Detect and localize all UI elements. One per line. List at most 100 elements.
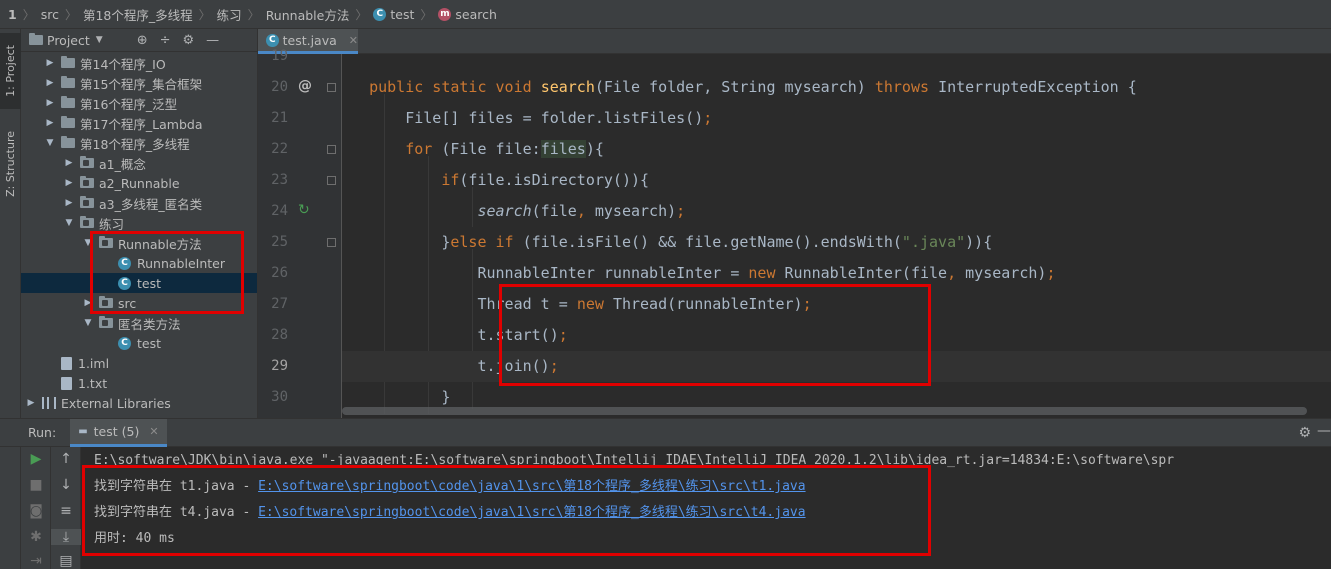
tree-item-label: 1.txt xyxy=(78,375,108,391)
gear-icon[interactable]: ⚙ xyxy=(183,33,195,48)
tree-item[interactable]: ▶ 第16个程序_泛型 xyxy=(21,93,257,113)
run-label: Run: xyxy=(28,425,57,440)
fold-marker[interactable] xyxy=(327,145,336,154)
print-icon[interactable]: ▤ xyxy=(51,553,81,569)
recursive-call-icon[interactable]: ↻ xyxy=(298,202,310,218)
package-icon xyxy=(80,216,94,228)
soft-wrap-icon[interactable]: ≡ xyxy=(51,503,81,519)
line-number: 21 xyxy=(271,110,288,126)
minimize-icon[interactable]: — xyxy=(206,33,219,48)
package-icon xyxy=(99,316,113,328)
line-number: 25 xyxy=(271,234,288,250)
chevron-right-icon[interactable]: ▶ xyxy=(63,178,75,188)
override-marker-icon[interactable]: @ xyxy=(298,78,312,94)
rerun-icon[interactable]: ▶ xyxy=(21,451,51,467)
breadcrumb-item-src[interactable]: src xyxy=(41,7,59,22)
tree-item[interactable]: ▶ a1_概念 xyxy=(21,153,257,173)
run-toolbar: ▶ ■ ◙ ✱ ⇥ xyxy=(21,447,51,569)
tree-item-label: a2_Runnable xyxy=(99,175,180,191)
tree-item[interactable]: ▶ External Libraries xyxy=(21,393,257,413)
tree-item-label: 第16个程序_泛型 xyxy=(80,96,178,112)
class-icon: C xyxy=(373,7,387,21)
close-icon[interactable]: ✕ xyxy=(349,34,358,47)
fold-marker[interactable] xyxy=(327,238,336,247)
tree-item[interactable]: ▶ 第14个程序_IO xyxy=(21,53,257,73)
scroll-to-end-icon[interactable]: ⤓ xyxy=(51,529,81,545)
breadcrumb-separator: 〉 xyxy=(247,7,260,22)
exit-icon[interactable]: ⇥ xyxy=(21,553,51,569)
code-line-24: search(file, mysearch); xyxy=(477,202,686,220)
stop-icon[interactable]: ■ xyxy=(21,477,51,493)
tool-tab-project-label: 1: Project xyxy=(4,45,17,97)
tree-item[interactable]: ▶ a2_Runnable xyxy=(21,173,257,193)
code-line-23: if(file.isDirectory()){ xyxy=(441,171,650,189)
annotation-box-code xyxy=(499,284,931,386)
tree-item[interactable]: ▶ 第17个程序_Lambda xyxy=(21,113,257,133)
tree-item-label: a3_多线程_匿名类 xyxy=(99,196,203,212)
line-number: 22 xyxy=(271,141,288,157)
breadcrumb-item-search[interactable]: m search xyxy=(438,7,497,22)
arrow-down-icon[interactable]: ↓ xyxy=(51,477,81,493)
tree-item[interactable]: ▶ a3_多线程_匿名类 xyxy=(21,193,257,213)
breadcrumb-item-module[interactable]: 第18个程序_多线程 xyxy=(83,5,193,24)
fold-marker[interactable] xyxy=(327,176,336,185)
horizontal-scrollbar[interactable] xyxy=(342,407,1307,415)
gear-icon[interactable]: ⚙ xyxy=(1298,425,1311,441)
tree-item-label: a1_概念 xyxy=(99,156,146,172)
chevron-right-icon[interactable]: ▶ xyxy=(44,118,56,128)
breadcrumb-search-label: search xyxy=(455,6,497,22)
arrow-up-icon[interactable]: ↑ xyxy=(51,451,81,467)
chevron-down-icon[interactable]: ▼ xyxy=(44,138,56,148)
breadcrumb-item-test[interactable]: Ctest xyxy=(373,7,414,22)
settings-icon[interactable]: ✱ xyxy=(21,529,51,545)
line-number: 28 xyxy=(271,327,288,343)
file-icon xyxy=(61,356,72,370)
tool-tab-structure-label: Z: Structure xyxy=(4,131,17,197)
tool-tab-structure[interactable]: Z: Structure xyxy=(0,119,21,209)
folder-icon xyxy=(61,56,75,68)
run-side-strip xyxy=(0,447,21,569)
tree-item[interactable]: ▼ 匿名类方法 xyxy=(21,313,257,333)
tree-item-label: 练习 xyxy=(99,216,125,232)
chevron-right-icon[interactable]: ▶ xyxy=(44,78,56,88)
tree-item-label: 第14个程序_IO xyxy=(80,56,166,72)
camera-icon[interactable]: ◙ xyxy=(21,503,51,519)
package-icon xyxy=(80,196,94,208)
minimize-icon[interactable]: — xyxy=(1317,423,1331,439)
chevron-right-icon[interactable]: ▶ xyxy=(44,58,56,68)
tree-item[interactable]: 1.iml xyxy=(21,353,257,373)
tree-item[interactable]: ▼ 练习 xyxy=(21,213,257,233)
chevron-down-icon[interactable]: ▼ xyxy=(63,218,75,228)
tree-item[interactable]: ▶ 第15个程序_集合框架 xyxy=(21,73,257,93)
chevron-right-icon[interactable]: ▶ xyxy=(63,198,75,208)
line-number: 20 xyxy=(271,79,288,95)
package-icon xyxy=(80,156,94,168)
chevron-right-icon[interactable]: ▶ xyxy=(44,98,56,108)
tool-tab-project[interactable]: 1: Project xyxy=(0,33,21,109)
method-icon: m xyxy=(438,7,452,21)
tree-item[interactable]: Ctest xyxy=(21,333,257,353)
breadcrumb-item-practice[interactable]: 练习 xyxy=(217,5,242,24)
locate-icon[interactable]: ⊕ xyxy=(137,33,148,48)
project-view-selector[interactable]: Project xyxy=(47,33,90,48)
run-toolbar-2: ↑ ↓ ≡ ⤓ ▤ xyxy=(51,447,81,569)
chevron-down-icon[interactable]: ▼ xyxy=(82,318,94,328)
breadcrumb-item-runnable[interactable]: Runnable方法 xyxy=(266,5,350,24)
code-line-25: }else if (file.isFile() && file.getName(… xyxy=(441,233,993,251)
folder-icon xyxy=(61,96,75,108)
collapse-icon[interactable]: ÷ xyxy=(160,33,171,48)
tree-item[interactable]: 1.txt xyxy=(21,373,257,393)
close-icon[interactable]: ✕ xyxy=(149,425,158,438)
fold-marker[interactable] xyxy=(327,83,336,92)
line-number: 27 xyxy=(271,296,288,312)
tree-item[interactable]: ▼ 第18个程序_多线程 xyxy=(21,133,257,153)
line-number: 24 xyxy=(271,203,288,219)
run-tab[interactable]: ▬ test (5) ✕ xyxy=(70,418,167,447)
project-panel: Project ▼ ⊕ ÷ ⚙ — ▶ 第14个程序_IO ▶ 第15个程序_集合框架… xyxy=(21,29,258,418)
editor-tab-bar: C test.java ✕ xyxy=(258,29,1331,54)
chevron-right-icon[interactable]: ▶ xyxy=(63,158,75,168)
package-icon xyxy=(80,176,94,188)
left-tool-strip: 1: Project Z: Structure xyxy=(0,29,21,418)
chevron-down-icon[interactable]: ▼ xyxy=(96,35,103,45)
chevron-right-icon[interactable]: ▶ xyxy=(25,398,37,408)
